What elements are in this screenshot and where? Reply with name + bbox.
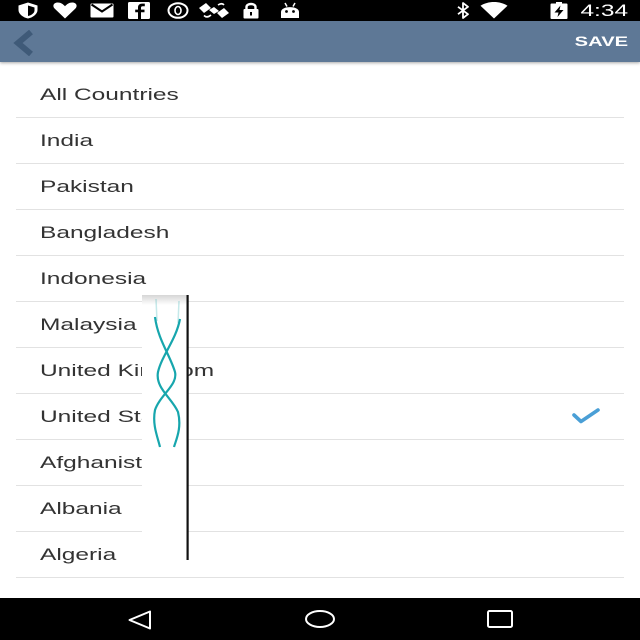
chevron-left-icon[interactable] bbox=[12, 30, 36, 56]
country-row[interactable]: Malaysia bbox=[16, 302, 624, 348]
status-bar: 4:34 bbox=[0, 0, 640, 21]
app-bar: SAVE bbox=[0, 21, 640, 62]
country-row[interactable]: Bangladesh bbox=[16, 210, 624, 256]
save-button-label: SAVE bbox=[574, 33, 628, 49]
country-row[interactable]: Albania bbox=[16, 486, 624, 532]
country-label: Albania bbox=[40, 499, 122, 518]
country-row[interactable]: Indonesia bbox=[16, 256, 624, 302]
scroll-artifact-overlay bbox=[142, 295, 189, 560]
lock-icon bbox=[242, 2, 260, 19]
country-label: Bangladesh bbox=[40, 223, 170, 242]
bluetooth-icon bbox=[456, 2, 470, 19]
circle-icon bbox=[167, 2, 189, 19]
country-label: All Countries bbox=[40, 85, 179, 104]
country-label: India bbox=[40, 131, 94, 150]
status-time-text: 4:34 bbox=[580, 1, 628, 20]
android-icon bbox=[280, 2, 300, 19]
home-icon[interactable] bbox=[304, 609, 336, 629]
navigation-bar bbox=[0, 598, 640, 640]
country-label: Algeria bbox=[40, 545, 117, 564]
status-time: 4:34 bbox=[580, 0, 628, 21]
country-row[interactable]: India bbox=[16, 118, 624, 164]
save-button[interactable]: SAVE bbox=[575, 21, 628, 62]
country-label: Pakistan bbox=[40, 177, 134, 196]
country-row[interactable]: United States bbox=[16, 394, 624, 440]
battery-charging-icon bbox=[549, 2, 569, 19]
country-row[interactable]: All Countries bbox=[16, 72, 624, 118]
back-icon[interactable] bbox=[127, 610, 153, 630]
recents-icon[interactable] bbox=[486, 609, 514, 629]
heart-icon bbox=[52, 2, 78, 19]
country-row[interactable]: United Kingdom bbox=[16, 348, 624, 394]
mail-icon bbox=[90, 2, 114, 19]
country-row[interactable]: Afghanistan bbox=[16, 440, 624, 486]
wifi-icon bbox=[480, 2, 508, 19]
country-label: Indonesia bbox=[40, 269, 147, 288]
country-row[interactable]: Algeria bbox=[16, 532, 624, 578]
country-row[interactable]: Pakistan bbox=[16, 164, 624, 210]
satellite-icon bbox=[198, 2, 230, 19]
country-label: Malaysia bbox=[40, 315, 137, 334]
facebook-icon bbox=[128, 2, 150, 19]
checkmark-icon bbox=[572, 408, 600, 424]
shield-icon bbox=[17, 2, 39, 19]
country-list: All Countries India Pakistan Bangladesh … bbox=[0, 72, 640, 578]
